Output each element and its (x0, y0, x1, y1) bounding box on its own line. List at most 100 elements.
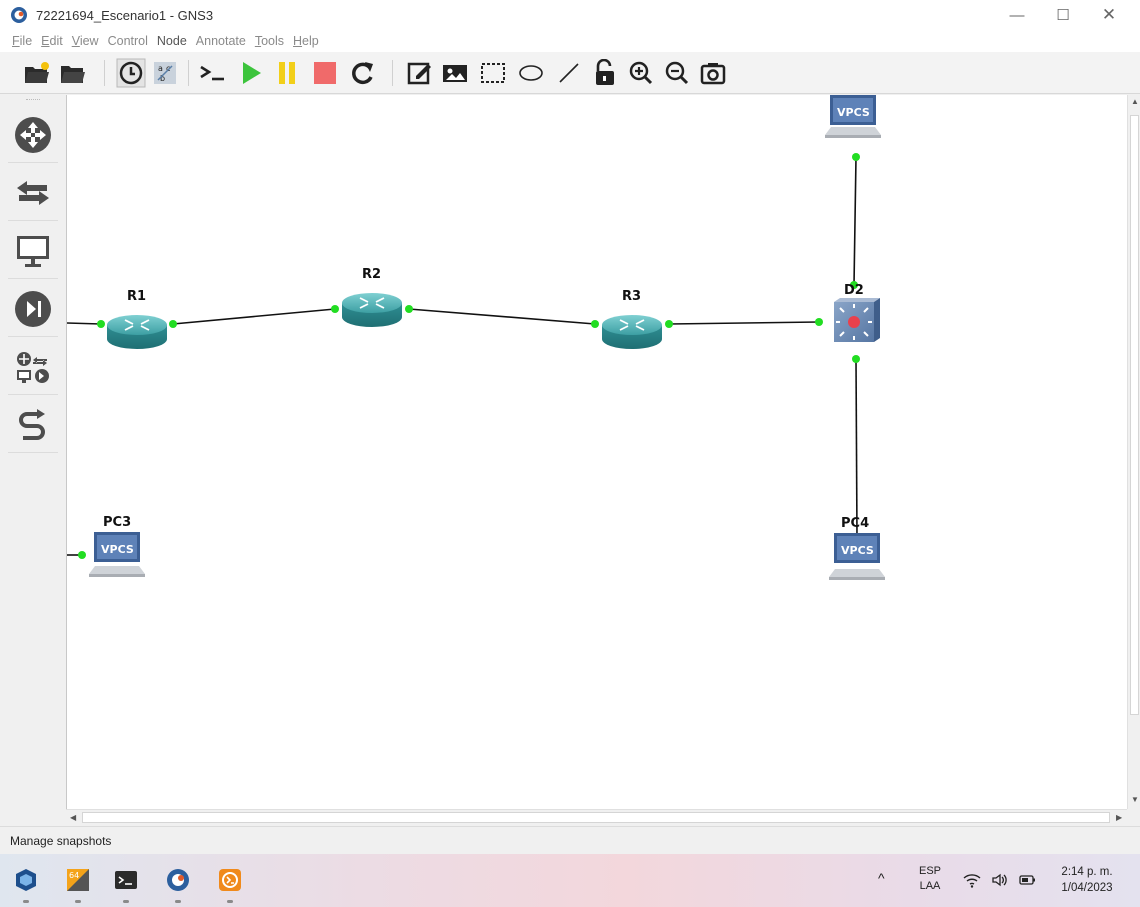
zoom-out-icon[interactable] (662, 58, 692, 88)
links (67, 156, 858, 556)
stop-all-icon[interactable] (310, 58, 340, 88)
draw-ellipse-icon[interactable] (516, 58, 546, 88)
vpcs-pc4[interactable]: VPCS PC4 (829, 516, 885, 580)
add-link-icon[interactable] (8, 397, 58, 453)
link-status-dot (405, 305, 413, 313)
close-button[interactable]: ✕ (1086, 0, 1132, 30)
routers-icon[interactable] (8, 107, 58, 163)
menu-node[interactable]: Node (157, 34, 187, 48)
menu-help-label: elp (302, 34, 319, 48)
switches-icon[interactable] (8, 165, 58, 221)
menu-edit[interactable]: Edit (41, 34, 63, 48)
link-status-dot (665, 320, 673, 328)
reload-all-icon[interactable] (348, 58, 378, 88)
menu-annotate-label: Annotate (195, 34, 246, 48)
menu-node-label: Node (156, 34, 187, 48)
vertical-scrollbar[interactable]: ▲ ▼ (1127, 95, 1140, 809)
link-status-dot (815, 318, 823, 326)
vpcs-icon-text: VPCS (837, 106, 870, 119)
taskbar-running-indicator (123, 900, 129, 903)
menu-annotate[interactable]: Annotate (196, 34, 246, 48)
terminal-icon[interactable] (112, 866, 140, 894)
horizontal-scroll-thumb[interactable] (82, 812, 1110, 823)
router-r1[interactable]: R1 (107, 289, 167, 349)
toolbar: acb (0, 52, 1140, 94)
link-status-dot (852, 153, 860, 161)
link-status-dot (591, 320, 599, 328)
scroll-up-arrow-icon[interactable]: ▲ (1131, 97, 1139, 106)
open-project-icon[interactable] (58, 58, 88, 88)
menu-tools[interactable]: Tools (255, 34, 284, 48)
menu-view[interactable]: View (72, 34, 99, 48)
switch-d2[interactable]: D2 (834, 283, 880, 342)
gns3-window: 72221694_Escenario1 - GNS3 — ☐ ✕ File Ed… (0, 0, 1140, 907)
menu-control[interactable]: Control (108, 34, 148, 48)
link-status-dot (78, 551, 86, 559)
volume-icon (992, 873, 1007, 887)
router-r2[interactable]: R2 (342, 267, 402, 327)
clock[interactable]: 2:14 p. m. 1/04/2023 (1040, 864, 1134, 896)
end-devices-icon[interactable] (8, 223, 58, 279)
dock-grip[interactable] (26, 99, 40, 102)
suspend-all-icon[interactable] (272, 58, 302, 88)
link-offscreen-r1[interactable] (67, 322, 102, 325)
zoom-in-icon[interactable] (626, 58, 656, 88)
menu-edit-mnemonic: E (41, 34, 50, 48)
draw-line-icon[interactable] (554, 58, 584, 88)
title-bar: 72221694_Escenario1 - GNS3 — ☐ ✕ (0, 0, 1140, 30)
vertical-scroll-thumb[interactable] (1130, 115, 1139, 715)
interface-labels-icon[interactable]: acb (150, 58, 180, 88)
scroll-right-arrow-icon[interactable]: ▶ (1116, 813, 1122, 822)
link-r2-r3[interactable] (408, 308, 596, 325)
tray-chevron-icon[interactable]: ^ (878, 870, 885, 886)
snapshot-clock-icon[interactable] (116, 58, 146, 88)
clock-time: 2:14 p. m. (1061, 866, 1113, 878)
new-project-icon[interactable] (22, 58, 52, 88)
status-bar: Manage snapshots (0, 826, 1140, 854)
toolbar-separator (188, 60, 189, 86)
toolbar-separator (392, 60, 393, 86)
link-vpcs-d2[interactable] (853, 156, 857, 286)
link-r3-d2[interactable] (668, 321, 820, 325)
link-status-dot (331, 305, 339, 313)
svg-text:a: a (158, 64, 163, 73)
system-tray-icons[interactable] (963, 872, 1037, 888)
topology-canvas[interactable]: R1 R2 R3 D2 VPCS VPCS PC3 VPCS PC4 (66, 95, 1127, 809)
device-dock (0, 95, 66, 825)
menu-control-label: Control (107, 34, 148, 48)
virtualbox-icon[interactable] (12, 866, 40, 894)
scroll-left-arrow-icon[interactable]: ◀ (70, 813, 76, 822)
start-all-icon[interactable] (236, 58, 266, 88)
svg-text:64: 64 (69, 871, 79, 880)
security-devices-icon[interactable] (8, 281, 58, 337)
insert-image-icon[interactable] (440, 58, 470, 88)
scroll-down-arrow-icon[interactable]: ▼ (1131, 795, 1139, 804)
horizontal-scrollbar[interactable]: ◀ ▶ (66, 809, 1127, 825)
maximize-button[interactable]: ☐ (1040, 0, 1086, 30)
router-r3[interactable]: R3 (602, 289, 662, 349)
console-all-icon[interactable] (198, 58, 228, 88)
link-d2-pc4[interactable] (855, 358, 858, 540)
all-devices-icon[interactable] (8, 339, 58, 395)
gns3-taskbar-icon[interactable] (164, 866, 192, 894)
vpcs-pc3[interactable]: VPCS PC3 (89, 515, 145, 577)
menu-tools-label: ools (261, 34, 285, 48)
menu-view-label: iew (79, 34, 99, 48)
vpcs-top[interactable]: VPCS (825, 95, 881, 138)
screenshot-camera-icon[interactable] (698, 58, 728, 88)
menu-help[interactable]: Help (293, 34, 319, 48)
node-label-pc4: PC4 (841, 516, 869, 531)
add-note-icon[interactable] (404, 58, 434, 88)
draw-rectangle-icon[interactable] (478, 58, 508, 88)
taskbar-running-indicator (175, 900, 181, 903)
minimize-button[interactable]: — (994, 0, 1040, 30)
unlock-icon[interactable] (590, 58, 620, 88)
language-indicator[interactable]: ESP LAA (912, 864, 948, 894)
menu-file[interactable]: File (12, 34, 32, 48)
vmware-workstation-icon[interactable]: 64 (64, 866, 92, 894)
topology-diagram: R1 R2 R3 D2 VPCS VPCS PC3 VPCS PC4 (67, 95, 885, 580)
solarwinds-icon[interactable] (216, 866, 244, 894)
status-text: Manage snapshots (10, 833, 112, 848)
node-label-pc3: PC3 (103, 515, 131, 530)
link-r1-r2[interactable] (172, 308, 336, 325)
